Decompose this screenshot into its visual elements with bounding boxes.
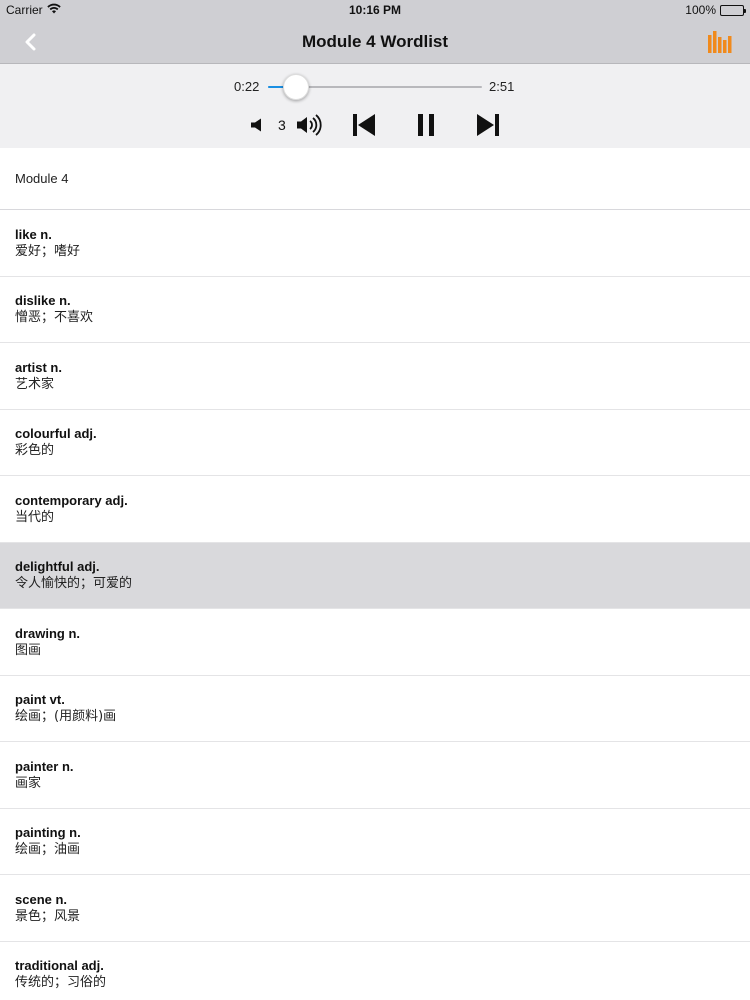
word-term: artist n. xyxy=(15,359,62,375)
skip-back-icon xyxy=(353,114,375,136)
speaker-low-icon xyxy=(251,118,261,132)
progress-slider[interactable] xyxy=(268,74,482,100)
list-item[interactable]: colourful adj. 彩色的 xyxy=(0,410,750,476)
skip-forward-icon xyxy=(477,114,499,136)
battery-percent: 100% xyxy=(685,3,716,17)
next-button[interactable] xyxy=(476,113,500,137)
word-term: scene n. xyxy=(15,891,68,907)
word-term: contemporary adj. xyxy=(15,492,128,508)
word-meaning: 当代的 xyxy=(15,509,55,525)
list-item[interactable]: delightful adj. 令人愉快的；可爱的 xyxy=(0,542,750,609)
word-meaning: 画家 xyxy=(15,775,42,791)
pause-icon xyxy=(418,114,434,136)
navigation-bar: Module 4 Wordlist xyxy=(0,20,750,64)
volume-up-button[interactable] xyxy=(296,113,324,137)
word-meaning: 令人愉快的；可爱的 xyxy=(15,576,133,592)
elapsed-time: 0:22 xyxy=(234,79,260,94)
list-item[interactable]: drawing n. 图画 xyxy=(0,609,750,676)
section-header: Module 4 xyxy=(0,148,750,210)
list-item[interactable]: artist n. 艺术家 xyxy=(0,343,750,410)
word-list: Module 4 like n. 爱好；嗜好 dislike n. 憎恶；不喜欢… xyxy=(0,148,750,1000)
audio-player: 0:22 2:51 3 xyxy=(0,64,750,148)
playlist-button[interactable] xyxy=(708,31,732,53)
word-meaning: 景色；风景 xyxy=(15,908,81,924)
word-term: dislike n. xyxy=(15,293,71,309)
word-term: paint vt. xyxy=(15,692,65,708)
volume-level: 3 xyxy=(278,117,286,133)
word-meaning: 绘画；(用颜料)画 xyxy=(15,709,117,725)
word-meaning: 传统的；习俗的 xyxy=(15,975,107,991)
word-term: traditional adj. xyxy=(15,958,104,974)
list-item[interactable]: like n. 爱好；嗜好 xyxy=(0,210,750,277)
previous-button[interactable] xyxy=(352,113,376,137)
slider-thumb[interactable] xyxy=(282,74,309,100)
word-meaning: 彩色的 xyxy=(15,443,55,459)
word-term: painter n. xyxy=(15,758,74,774)
pause-button[interactable] xyxy=(417,113,435,137)
word-term: drawing n. xyxy=(15,625,80,641)
list-item[interactable]: painting n. 绘画；油画 xyxy=(0,809,750,875)
word-meaning: 爱好；嗜好 xyxy=(15,243,81,259)
battery-icon xyxy=(720,4,746,16)
list-item[interactable]: dislike n. 憎恶；不喜欢 xyxy=(0,277,750,343)
section-title: Module 4 xyxy=(15,171,69,186)
word-meaning: 图画 xyxy=(15,642,42,658)
status-bar: Carrier 10:16 PM 100% xyxy=(0,0,750,20)
word-term: delightful adj. xyxy=(15,559,100,575)
volume-down-button[interactable] xyxy=(249,117,265,133)
word-meaning: 绘画；油画 xyxy=(15,842,81,858)
word-term: painting n. xyxy=(15,825,81,841)
word-meaning: 艺术家 xyxy=(15,376,55,392)
list-item[interactable]: paint vt. 绘画；(用颜料)画 xyxy=(0,676,750,742)
battery-group: 100% xyxy=(685,3,746,17)
playback-controls: 3 xyxy=(0,110,750,140)
word-term: colourful adj. xyxy=(15,426,97,442)
speaker-high-icon xyxy=(297,114,322,136)
list-item[interactable]: traditional adj. 传统的；习俗的 xyxy=(0,942,750,1000)
page-title: Module 4 Wordlist xyxy=(301,32,449,51)
list-item[interactable]: contemporary adj. 当代的 xyxy=(0,476,750,543)
word-term: like n. xyxy=(15,226,52,242)
status-time: 10:16 PM xyxy=(348,3,402,17)
bars-icon xyxy=(708,31,732,53)
word-meaning: 憎恶；不喜欢 xyxy=(15,310,94,326)
total-time: 2:51 xyxy=(489,79,515,94)
list-item[interactable]: painter n. 画家 xyxy=(0,742,750,809)
list-item[interactable]: scene n. 景色；风景 xyxy=(0,875,750,942)
